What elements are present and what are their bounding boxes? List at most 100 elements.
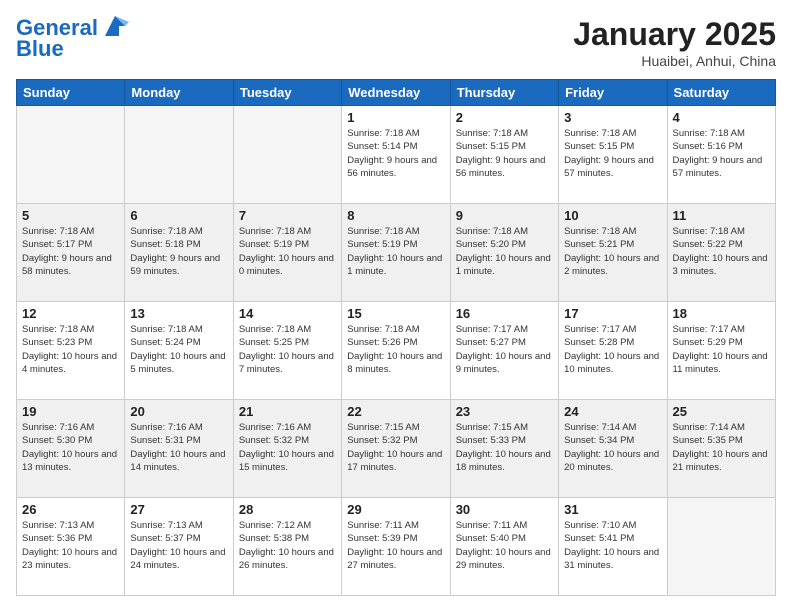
table-row: 27Sunrise: 7:13 AM Sunset: 5:37 PM Dayli… <box>125 498 233 596</box>
day-info: Sunrise: 7:13 AM Sunset: 5:37 PM Dayligh… <box>130 519 227 572</box>
header-wednesday: Wednesday <box>342 80 450 106</box>
table-row: 30 Sunrise: 7:11 AM Sunset: 5:40 PM Dayli… <box>450 498 558 596</box>
day-number: 11 <box>673 208 770 223</box>
day-number: 17 <box>564 306 661 321</box>
calendar-week-row: 12 Sunrise: 7:18 AM Sunset: 5:23 PM Dayli… <box>17 302 776 400</box>
table-row: 2Sunrise: 7:18 AM Sunset: 5:15 PM Daylig… <box>450 106 558 204</box>
day-info: Sunrise: 7:18 AM Sunset: 5:24 PM Dayligh… <box>130 323 227 376</box>
day-info: Sunrise: 7:14 AM Sunset: 5:34 PM Dayligh… <box>564 421 661 474</box>
day-number: 2 <box>456 110 553 125</box>
table-row: 15 Sunrise: 7:18 AM Sunset: 5:26 PM Dayli… <box>342 302 450 400</box>
table-row: 11 Sunrise: 7:18 AM Sunset: 5:22 PM Dayli… <box>667 204 775 302</box>
day-number: 20 <box>130 404 227 419</box>
table-row: 22 Sunrise: 7:15 AM Sunset: 5:32 PM Dayli… <box>342 400 450 498</box>
day-info: Sunrise: 7:10 AM Sunset: 5:41 PM Dayligh… <box>564 519 661 572</box>
table-row: 23 Sunrise: 7:15 AM Sunset: 5:33 PM Dayli… <box>450 400 558 498</box>
table-row: 29 Sunrise: 7:11 AM Sunset: 5:39 PM Dayli… <box>342 498 450 596</box>
calendar-week-row: 26Sunrise: 7:13 AM Sunset: 5:36 PM Dayli… <box>17 498 776 596</box>
day-number: 8 <box>347 208 444 223</box>
day-number: 23 <box>456 404 553 419</box>
table-row <box>17 106 125 204</box>
table-row: 18Sunrise: 7:17 AM Sunset: 5:29 PM Dayli… <box>667 302 775 400</box>
day-info: Sunrise: 7:16 AM Sunset: 5:32 PM Dayligh… <box>239 421 336 474</box>
day-info: Sunrise: 7:16 AM Sunset: 5:31 PM Dayligh… <box>130 421 227 474</box>
day-info: Sunrise: 7:18 AM Sunset: 5:21 PM Dayligh… <box>564 225 661 278</box>
day-number: 29 <box>347 502 444 517</box>
day-number: 1 <box>347 110 444 125</box>
day-info: Sunrise: 7:12 AM Sunset: 5:38 PM Dayligh… <box>239 519 336 572</box>
table-row: 25 Sunrise: 7:14 AM Sunset: 5:35 PM Dayli… <box>667 400 775 498</box>
table-row: 13 Sunrise: 7:18 AM Sunset: 5:24 PM Dayli… <box>125 302 233 400</box>
page: General Blue January 2025 Huaibei, Anhui… <box>0 0 792 612</box>
day-number: 9 <box>456 208 553 223</box>
day-info: Sunrise: 7:14 AM Sunset: 5:35 PM Dayligh… <box>673 421 770 474</box>
header: General Blue January 2025 Huaibei, Anhui… <box>16 16 776 69</box>
day-info: Sunrise: 7:17 AM Sunset: 5:27 PM Dayligh… <box>456 323 553 376</box>
table-row: 19 Sunrise: 7:16 AM Sunset: 5:30 PM Dayli… <box>17 400 125 498</box>
location-subtitle: Huaibei, Anhui, China <box>573 53 776 69</box>
day-number: 5 <box>22 208 119 223</box>
table-row: 21 Sunrise: 7:16 AM Sunset: 5:32 PM Dayli… <box>233 400 341 498</box>
calendar-week-row: 19 Sunrise: 7:16 AM Sunset: 5:30 PM Dayli… <box>17 400 776 498</box>
day-number: 30 <box>456 502 553 517</box>
weekday-header-row: Sunday Monday Tuesday Wednesday Thursday… <box>17 80 776 106</box>
header-tuesday: Tuesday <box>233 80 341 106</box>
day-info: Sunrise: 7:15 AM Sunset: 5:32 PM Dayligh… <box>347 421 444 474</box>
day-number: 6 <box>130 208 227 223</box>
table-row: 7Sunrise: 7:18 AM Sunset: 5:19 PM Daylig… <box>233 204 341 302</box>
table-row: 24Sunrise: 7:14 AM Sunset: 5:34 PM Dayli… <box>559 400 667 498</box>
day-info: Sunrise: 7:17 AM Sunset: 5:28 PM Dayligh… <box>564 323 661 376</box>
day-info: Sunrise: 7:18 AM Sunset: 5:14 PM Dayligh… <box>347 127 444 180</box>
table-row <box>233 106 341 204</box>
day-info: Sunrise: 7:18 AM Sunset: 5:15 PM Dayligh… <box>564 127 661 180</box>
day-info: Sunrise: 7:15 AM Sunset: 5:33 PM Dayligh… <box>456 421 553 474</box>
day-info: Sunrise: 7:11 AM Sunset: 5:39 PM Dayligh… <box>347 519 444 572</box>
header-thursday: Thursday <box>450 80 558 106</box>
header-sunday: Sunday <box>17 80 125 106</box>
day-info: Sunrise: 7:11 AM Sunset: 5:40 PM Dayligh… <box>456 519 553 572</box>
table-row: 16 Sunrise: 7:17 AM Sunset: 5:27 PM Dayli… <box>450 302 558 400</box>
day-number: 12 <box>22 306 119 321</box>
calendar-week-row: 5 Sunrise: 7:18 AM Sunset: 5:17 PM Daylig… <box>17 204 776 302</box>
day-number: 21 <box>239 404 336 419</box>
table-row: 20 Sunrise: 7:16 AM Sunset: 5:31 PM Dayli… <box>125 400 233 498</box>
day-info: Sunrise: 7:16 AM Sunset: 5:30 PM Dayligh… <box>22 421 119 474</box>
day-info: Sunrise: 7:18 AM Sunset: 5:17 PM Dayligh… <box>22 225 119 278</box>
table-row: 26Sunrise: 7:13 AM Sunset: 5:36 PM Dayli… <box>17 498 125 596</box>
day-number: 15 <box>347 306 444 321</box>
day-info: Sunrise: 7:18 AM Sunset: 5:23 PM Dayligh… <box>22 323 119 376</box>
day-info: Sunrise: 7:18 AM Sunset: 5:20 PM Dayligh… <box>456 225 553 278</box>
day-number: 28 <box>239 502 336 517</box>
table-row: 3 Sunrise: 7:18 AM Sunset: 5:15 PM Daylig… <box>559 106 667 204</box>
day-info: Sunrise: 7:18 AM Sunset: 5:26 PM Dayligh… <box>347 323 444 376</box>
day-number: 16 <box>456 306 553 321</box>
table-row: 31Sunrise: 7:10 AM Sunset: 5:41 PM Dayli… <box>559 498 667 596</box>
day-number: 19 <box>22 404 119 419</box>
day-info: Sunrise: 7:17 AM Sunset: 5:29 PM Dayligh… <box>673 323 770 376</box>
logo-icon <box>101 12 129 40</box>
table-row: 8Sunrise: 7:18 AM Sunset: 5:19 PM Daylig… <box>342 204 450 302</box>
day-number: 3 <box>564 110 661 125</box>
day-info: Sunrise: 7:18 AM Sunset: 5:18 PM Dayligh… <box>130 225 227 278</box>
day-number: 4 <box>673 110 770 125</box>
table-row: 12 Sunrise: 7:18 AM Sunset: 5:23 PM Dayli… <box>17 302 125 400</box>
table-row: 1 Sunrise: 7:18 AM Sunset: 5:14 PM Daylig… <box>342 106 450 204</box>
day-number: 22 <box>347 404 444 419</box>
header-saturday: Saturday <box>667 80 775 106</box>
day-number: 25 <box>673 404 770 419</box>
header-monday: Monday <box>125 80 233 106</box>
table-row: 28 Sunrise: 7:12 AM Sunset: 5:38 PM Dayli… <box>233 498 341 596</box>
logo: General Blue <box>16 16 129 62</box>
calendar-week-row: 1 Sunrise: 7:18 AM Sunset: 5:14 PM Daylig… <box>17 106 776 204</box>
table-row: 17 Sunrise: 7:17 AM Sunset: 5:28 PM Dayli… <box>559 302 667 400</box>
day-number: 13 <box>130 306 227 321</box>
table-row <box>667 498 775 596</box>
table-row: 5 Sunrise: 7:18 AM Sunset: 5:17 PM Daylig… <box>17 204 125 302</box>
table-row: 10Sunrise: 7:18 AM Sunset: 5:21 PM Dayli… <box>559 204 667 302</box>
day-info: Sunrise: 7:13 AM Sunset: 5:36 PM Dayligh… <box>22 519 119 572</box>
table-row: 4Sunrise: 7:18 AM Sunset: 5:16 PM Daylig… <box>667 106 775 204</box>
day-info: Sunrise: 7:18 AM Sunset: 5:25 PM Dayligh… <box>239 323 336 376</box>
day-number: 14 <box>239 306 336 321</box>
day-info: Sunrise: 7:18 AM Sunset: 5:22 PM Dayligh… <box>673 225 770 278</box>
table-row: 6 Sunrise: 7:18 AM Sunset: 5:18 PM Daylig… <box>125 204 233 302</box>
